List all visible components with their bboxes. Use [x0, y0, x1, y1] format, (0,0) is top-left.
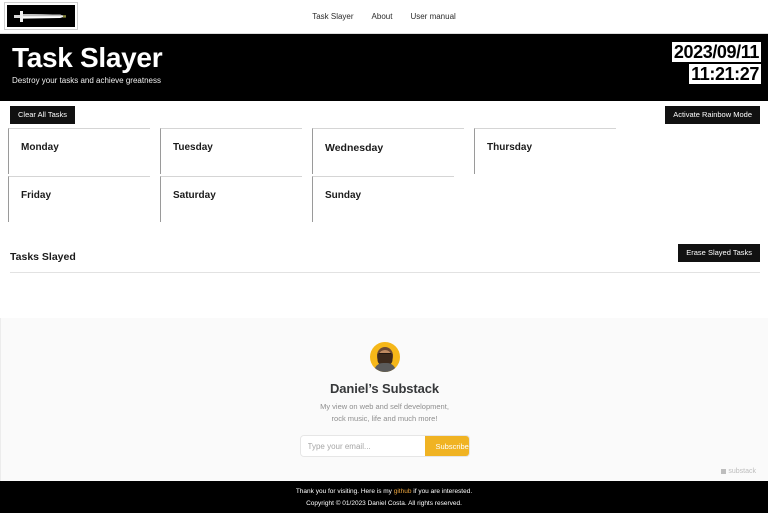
nav-links: Task Slayer About User manual [312, 12, 456, 21]
day-label: Friday [21, 190, 52, 201]
current-time: 11:21:27 [689, 64, 761, 85]
page-footer: Thank you for visiting. Here is my githu… [0, 481, 768, 513]
email-input[interactable] [300, 436, 425, 457]
substack-embed: Daniel’s Substack My view on web and sel… [0, 318, 768, 481]
days-grid: Monday Tuesday Wednesday Thursday Friday… [0, 128, 768, 224]
hero-banner: Task Slayer Destroy your tasks and achie… [0, 34, 768, 101]
activate-rainbow-mode-button[interactable]: Activate Rainbow Mode [665, 106, 760, 124]
substack-brand[interactable]: substack [721, 468, 756, 475]
day-card-monday[interactable]: Monday [8, 128, 150, 174]
day-label: Sunday [325, 190, 362, 201]
substack-description: My view on web and self development, roc… [320, 401, 449, 424]
nav-link-task-slayer[interactable]: Task Slayer [312, 12, 353, 21]
nav-link-user-manual[interactable]: User manual [410, 12, 455, 21]
day-label: Tuesday [173, 142, 213, 153]
action-toolbar: Clear All Tasks Activate Rainbow Mode [0, 101, 768, 128]
top-navbar: Task Slayer About User manual [0, 0, 768, 34]
day-card-tuesday[interactable]: Tuesday [160, 128, 302, 174]
substack-description-line-2: rock music, life and much more! [331, 413, 438, 423]
day-card-sunday[interactable]: Sunday [312, 176, 454, 222]
github-link[interactable]: github [394, 488, 412, 495]
page-subtitle: Destroy your tasks and achieve greatness [12, 76, 161, 86]
erase-slayed-tasks-button[interactable]: Erase Slayed Tasks [678, 244, 760, 262]
substack-description-line-1: My view on web and self development, [320, 402, 449, 411]
subscribe-form: Subscribe [300, 436, 469, 457]
logo-button[interactable] [4, 2, 78, 30]
day-card-wednesday[interactable]: Wednesday [312, 128, 464, 174]
day-label: Wednesday [325, 142, 384, 154]
day-card-saturday[interactable]: Saturday [160, 176, 302, 222]
sword-icon [12, 9, 70, 23]
footer-thanks-prefix: Thank you for visiting. Here is my [295, 487, 394, 495]
avatar [369, 342, 400, 372]
substack-title: Daniel’s Substack [329, 381, 440, 396]
substack-logo-icon [721, 469, 727, 474]
clear-all-tasks-button[interactable]: Clear All Tasks [10, 106, 76, 124]
glasses-icon [378, 353, 391, 356]
day-card-thursday[interactable]: Thursday [474, 128, 616, 174]
day-label: Saturday [173, 190, 216, 201]
clock-display: 2023/09/11 11:21:27 [671, 42, 761, 85]
footer-copyright: Copyright © 01/2023 Daniel Costa. All ri… [306, 499, 462, 507]
day-label: Thursday [487, 142, 533, 153]
substack-brand-label: substack [728, 468, 756, 475]
day-label: Monday [21, 142, 59, 153]
tasks-slayed-heading: Tasks Slayed [10, 251, 76, 263]
avatar-body [373, 363, 396, 372]
current-date: 2023/09/11 [671, 42, 761, 63]
nav-link-about[interactable]: About [372, 12, 393, 21]
footer-thanks-suffix: if you are interested. [411, 487, 473, 495]
day-card-friday[interactable]: Friday [8, 176, 150, 222]
subscribe-button[interactable]: Subscribe [424, 436, 469, 457]
tasks-slayed-section: Tasks Slayed Erase Slayed Tasks [10, 244, 760, 273]
footer-thanks-line: Thank you for visiting. Here is my githu… [296, 488, 472, 495]
page-title: Task Slayer [12, 42, 163, 73]
